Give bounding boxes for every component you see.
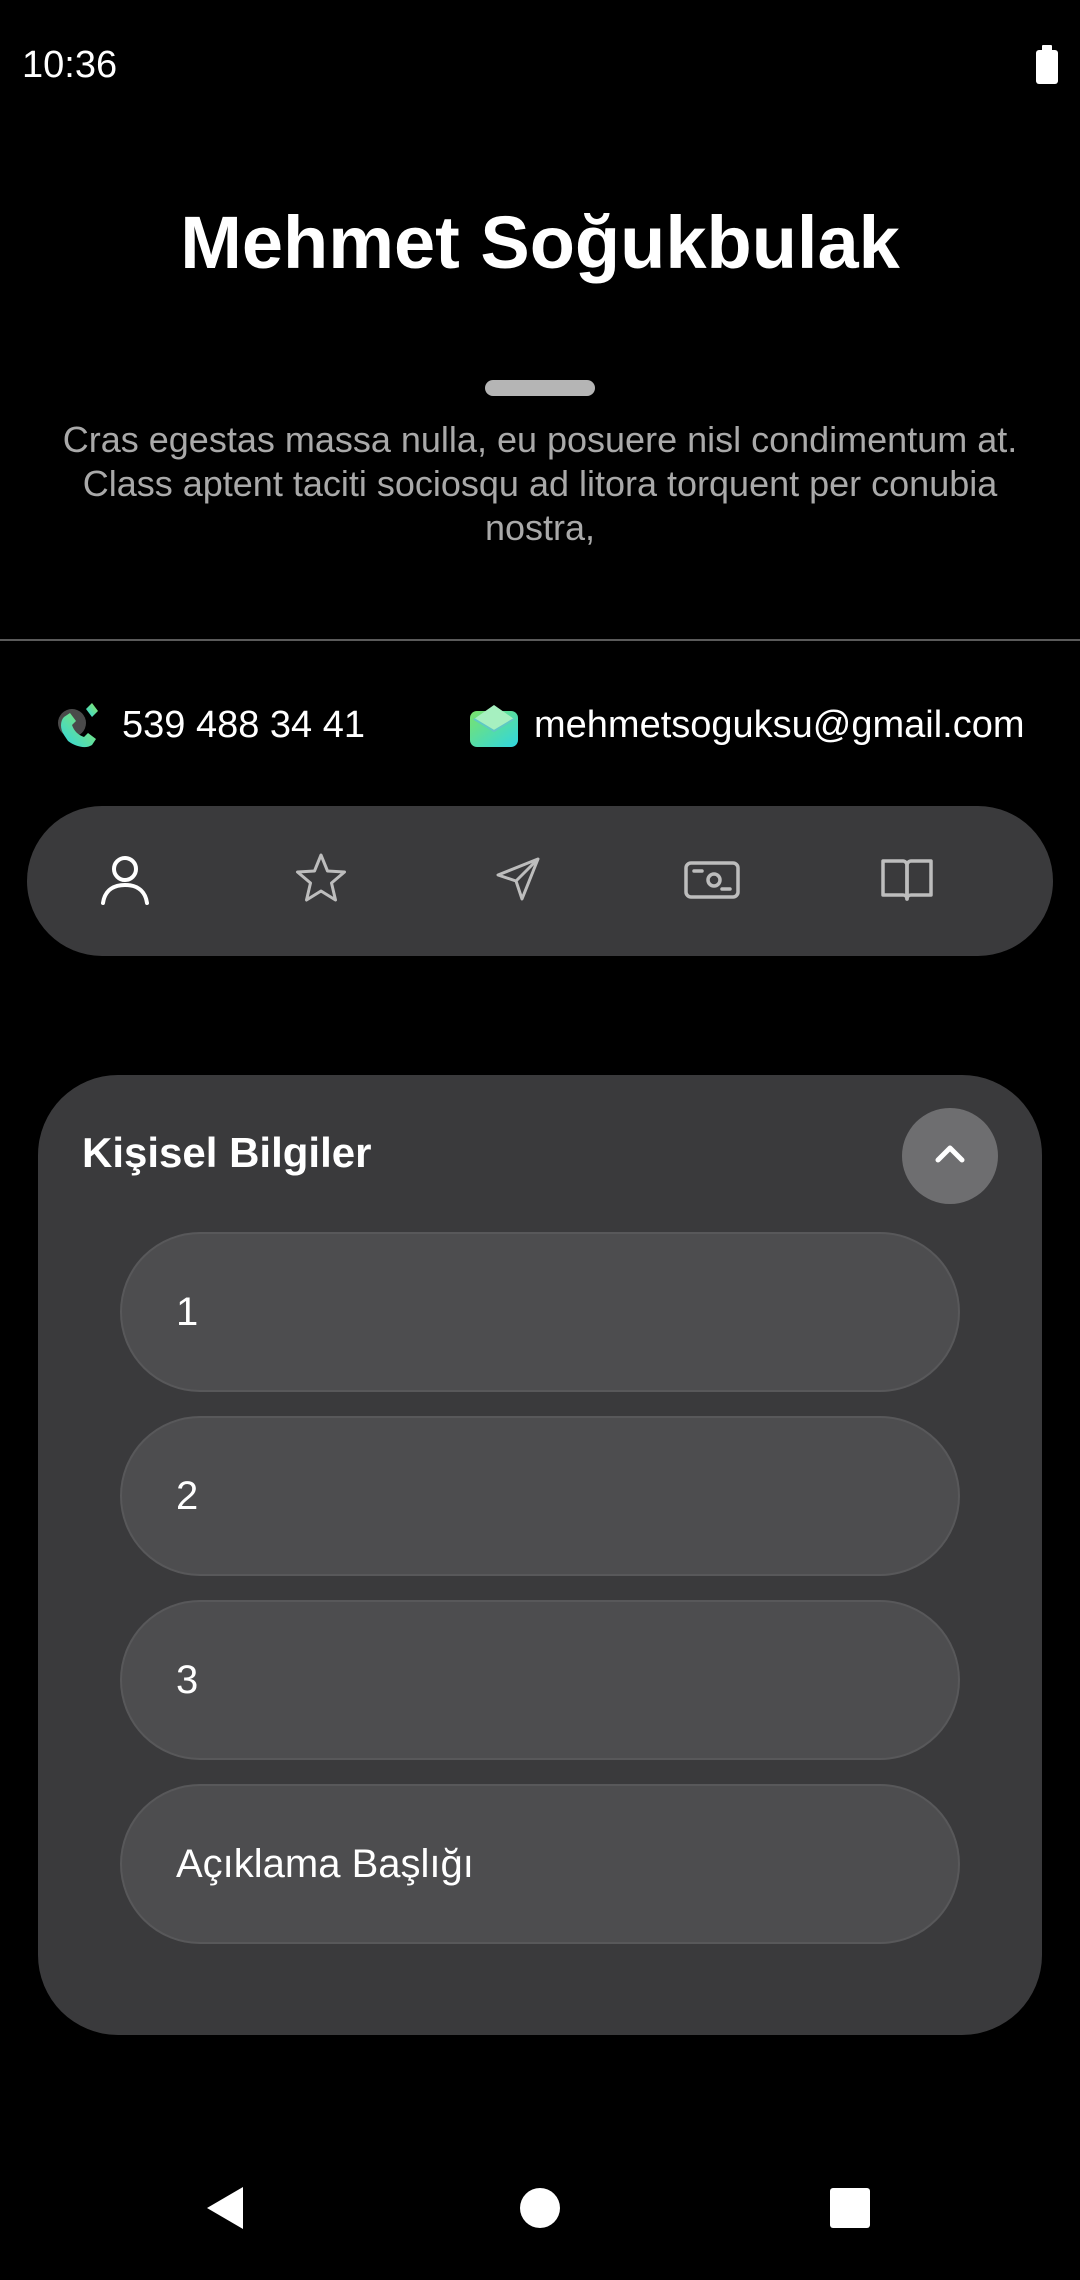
section-title: Kişisel Bilgiler	[82, 1129, 372, 1176]
divider	[0, 639, 1080, 641]
phone-icon	[50, 695, 110, 755]
email-address: mehmetsoguksu@gmail.com	[534, 703, 1025, 746]
collapse-button[interactable]	[902, 1108, 998, 1204]
mail-icon	[466, 697, 522, 753]
recents-icon	[828, 2186, 872, 2235]
status-bar: 10:36	[0, 0, 1080, 140]
info-field-1[interactable]: 1	[120, 1232, 960, 1392]
tab-send[interactable]	[468, 831, 568, 931]
home-button[interactable]	[490, 2160, 590, 2260]
profile-description: Cras egestas massa nulla, eu posuere nis…	[40, 418, 1040, 550]
user-icon	[95, 849, 155, 914]
profile-name: Mehmet Soğukbulak	[180, 201, 900, 284]
description-line-2: Class aptent taciti sociosqu ad litora t…	[82, 463, 998, 548]
info-field-2[interactable]: 2	[120, 1416, 960, 1576]
info-field-3[interactable]: 3	[120, 1600, 960, 1760]
battery-icon	[1036, 45, 1058, 84]
book-icon	[877, 849, 937, 914]
star-icon	[292, 850, 350, 913]
tab-education[interactable]	[857, 831, 957, 931]
system-nav-bar	[0, 2150, 1080, 2280]
info-field-description[interactable]: Açıklama Başlığı	[120, 1784, 960, 1944]
back-icon	[201, 2183, 251, 2238]
status-time: 10:36	[22, 44, 118, 86]
description-line-1: Cras egestas massa nulla, eu posuere nis…	[62, 419, 1018, 460]
back-button[interactable]	[176, 2160, 276, 2260]
phone-number: 539 488 34 41	[122, 703, 366, 746]
email-contact[interactable]: mehmetsoguksu@gmail.com	[466, 690, 1025, 760]
personal-info-card: Kişisel Bilgiler 1 2 3 Açıklama Başlığı	[38, 1075, 1042, 2035]
send-icon	[490, 851, 546, 912]
profile-tab-bar	[27, 806, 1053, 956]
tab-favorites[interactable]	[271, 831, 371, 931]
phone-contact[interactable]: 539 488 34 41	[50, 690, 365, 760]
tab-payments[interactable]	[662, 831, 762, 931]
recents-button[interactable]	[800, 2160, 900, 2260]
drag-handle[interactable]	[485, 380, 595, 396]
chevron-up-icon	[930, 1134, 970, 1179]
home-icon	[518, 2186, 562, 2235]
money-icon	[682, 849, 742, 914]
tab-personal[interactable]	[75, 831, 175, 931]
